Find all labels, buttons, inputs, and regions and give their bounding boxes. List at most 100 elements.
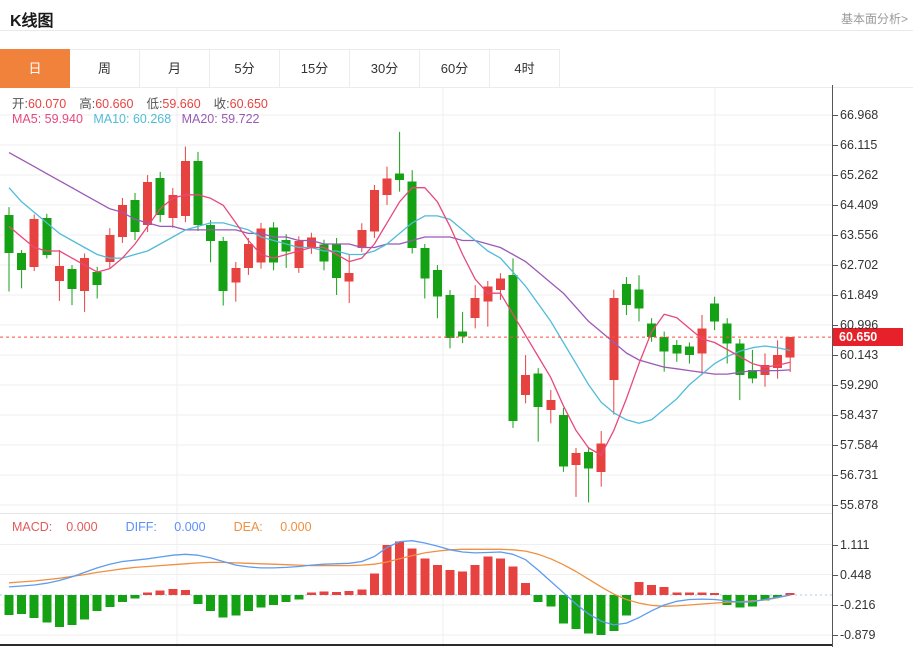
candle[interactable] [572,453,581,465]
tab-月[interactable]: 月 [140,49,210,88]
candle[interactable] [357,230,366,248]
candle[interactable] [446,295,455,338]
candle[interactable] [345,273,354,281]
macd-bar[interactable] [118,595,127,602]
candle[interactable] [786,337,795,357]
candle[interactable] [521,375,530,395]
macd-bar[interactable] [320,591,329,595]
candle[interactable] [672,345,681,353]
candle[interactable] [244,244,253,268]
macd-bar[interactable] [685,593,694,595]
macd-bar[interactable] [647,585,656,595]
macd-bar[interactable] [42,595,51,623]
macd-bar[interactable] [357,590,366,595]
macd-bar[interactable] [572,595,581,629]
candle[interactable] [622,284,631,305]
macd-bar[interactable] [231,595,240,615]
candle[interactable] [433,270,442,297]
tab-60分[interactable]: 60分 [420,49,490,88]
macd-bar[interactable] [181,590,190,595]
macd-bar[interactable] [672,592,681,595]
macd-bar[interactable] [80,595,89,619]
candle[interactable] [118,205,127,237]
candle[interactable] [723,323,732,343]
candle[interactable] [370,190,379,232]
tab-30分[interactable]: 30分 [350,49,420,88]
candle[interactable] [231,268,240,282]
macd-bar[interactable] [244,595,253,611]
macd-bar[interactable] [521,583,530,595]
candle[interactable] [68,269,77,289]
macd-bar[interactable] [156,590,165,595]
candle[interactable] [584,452,593,469]
macd-bar[interactable] [55,595,64,627]
macd-bar[interactable] [5,595,14,615]
macd-bar[interactable] [458,571,467,595]
macd-bar[interactable] [698,593,707,595]
macd-bar[interactable] [332,592,341,595]
macd-bar[interactable] [635,582,644,595]
macd-bar[interactable] [93,595,102,611]
candle[interactable] [332,243,341,278]
candle[interactable] [534,373,543,406]
macd-bar[interactable] [509,566,518,595]
macd-bar[interactable] [294,595,303,600]
macd-bar[interactable] [546,595,555,606]
macd-bar[interactable] [483,557,492,595]
macd-bar[interactable] [559,595,568,624]
macd-bar[interactable] [496,558,505,595]
candle[interactable] [471,298,480,318]
candle[interactable] [294,241,303,268]
macd-bar[interactable] [446,570,455,595]
candle[interactable] [559,415,568,467]
macd-bar[interactable] [17,595,26,614]
macd-bar[interactable] [609,595,618,631]
macd-bar[interactable] [257,595,266,608]
macd-bar[interactable] [345,591,354,595]
macd-bar[interactable] [534,595,543,602]
candle[interactable] [181,161,190,216]
candle[interactable] [458,332,467,337]
candle[interactable] [282,240,291,252]
tab-5分[interactable]: 5分 [210,49,280,88]
candle[interactable] [647,323,656,336]
candle[interactable] [420,248,429,278]
candle[interactable] [17,253,26,270]
candle[interactable] [496,278,505,290]
candle[interactable] [546,400,555,410]
macd-bar[interactable] [219,595,228,618]
macd-bar[interactable] [433,565,442,595]
candle[interactable] [194,161,203,225]
macd-bar[interactable] [30,595,39,618]
tab-4时[interactable]: 4时 [490,49,560,88]
macd-chart[interactable] [0,515,832,647]
candle[interactable] [383,179,392,196]
macd-bar[interactable] [395,542,404,595]
macd-bar[interactable] [168,589,177,595]
candlestick-chart[interactable] [0,88,832,515]
candle[interactable] [395,173,404,180]
macd-bar[interactable] [194,595,203,604]
macd-bar[interactable] [471,565,480,595]
tab-15分[interactable]: 15分 [280,49,350,88]
candle[interactable] [206,225,215,241]
macd-bar[interactable] [370,573,379,595]
macd-bar[interactable] [307,592,316,595]
fundamental-analysis-link[interactable]: 基本面分析> [841,10,908,27]
candle[interactable] [307,238,316,248]
candle[interactable] [685,347,694,355]
candle[interactable] [219,241,228,291]
macd-bar[interactable] [420,558,429,595]
candle[interactable] [698,328,707,353]
macd-bar[interactable] [131,595,140,599]
candle[interactable] [735,344,744,376]
macd-bar[interactable] [786,593,795,595]
macd-bar[interactable] [282,595,291,602]
candle[interactable] [660,337,669,352]
macd-bar[interactable] [143,593,152,595]
macd-bar[interactable] [105,595,114,607]
macd-bar[interactable] [269,595,278,605]
macd-bar[interactable] [383,545,392,595]
macd-bar[interactable] [597,595,606,635]
candle[interactable] [131,200,140,232]
